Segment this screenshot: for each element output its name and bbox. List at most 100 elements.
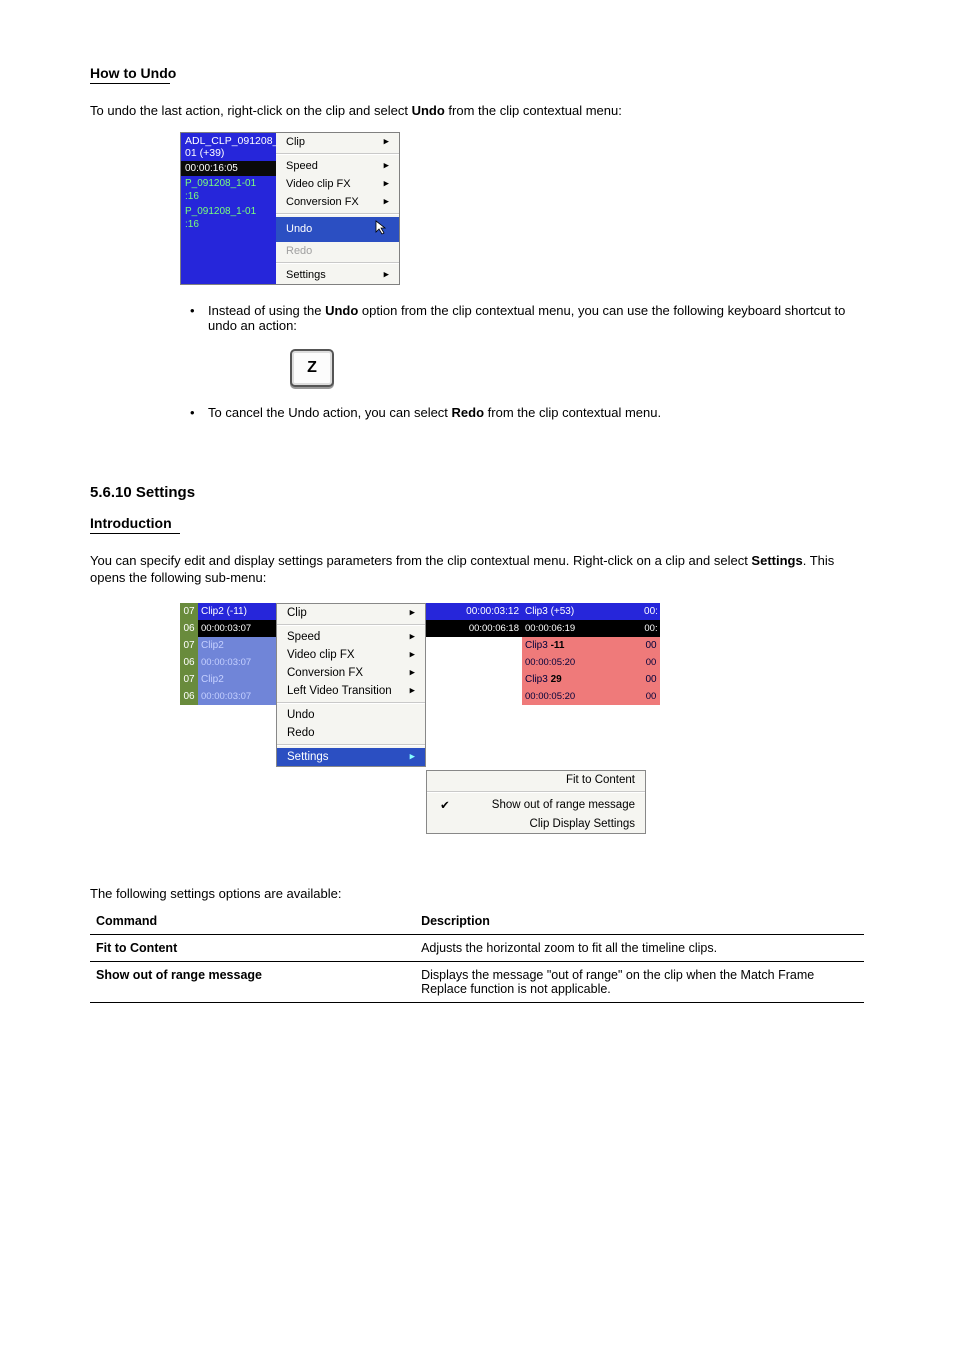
cell-tc: 00:00:03:07	[198, 620, 284, 637]
cell-end: 00	[642, 637, 660, 654]
menu-label: Undo	[287, 709, 315, 721]
cell-text: Clip3	[525, 640, 548, 651]
menu-item-video-clip-fx[interactable]: Video clip FX▶	[277, 646, 425, 664]
menu-item-speed[interactable]: Speed ▶	[277, 628, 425, 646]
offset-text: -11	[551, 640, 565, 651]
cell-clip: Clip2 (-11)	[198, 603, 284, 620]
row-num: 07	[180, 637, 198, 654]
underline	[90, 83, 170, 84]
settings-paragraph: You can specify edit and display setting…	[90, 552, 864, 587]
menu-label: Settings	[286, 269, 326, 281]
clip-row-sub: :16	[181, 219, 276, 232]
undo-paragraph-full: To undo the last action, right-click on …	[90, 102, 864, 120]
menu-item-video-clip-fx[interactable]: Video clip FX ▶	[276, 175, 399, 193]
chevron-right-icon: ▶	[410, 668, 415, 678]
options-paragraph: The following settings options are avail…	[90, 885, 864, 903]
clip-row-label: P_091208_1-01	[181, 204, 276, 219]
menu-item-clip[interactable]: Clip ▶	[276, 133, 399, 151]
submenu-item-show-out-of-range[interactable]: ✔ Show out of range message	[427, 795, 645, 815]
menu-item-left-video-transition[interactable]: Left Video Transition ▶	[277, 682, 425, 700]
menu-item-clip[interactable]: Clip ▶	[277, 604, 425, 622]
cell-end: 00	[642, 671, 660, 688]
row-num: 06	[180, 620, 198, 637]
clip-row-label: P_091208_1-01	[181, 176, 276, 191]
cell-clip-red: Clip3 -11	[522, 637, 642, 654]
section-heading: 5.6.10 Settings	[90, 484, 864, 501]
section-heading-text: Settings	[136, 484, 195, 501]
row-num: 06	[180, 688, 198, 705]
bullet-text: Instead of using the Undo option from th…	[208, 303, 864, 333]
bullet-item: • Instead of using the Undo option from …	[190, 303, 864, 333]
submenu-item-clip-display-settings[interactable]: Clip Display Settings	[427, 815, 645, 833]
chevron-right-icon: ▶	[410, 752, 415, 762]
menu-item-redo[interactable]: Redo	[277, 724, 425, 742]
menu-label: Conversion FX	[287, 667, 363, 679]
cell-end: 00	[642, 654, 660, 671]
submenu-item-fit-to-content[interactable]: Fit to Content	[427, 771, 645, 789]
chevron-right-icon: ▶	[410, 608, 415, 618]
cell-tc: 00:00:05:20	[522, 688, 642, 705]
menu-label: Clip	[286, 136, 305, 148]
chevron-right-icon: ▶	[384, 270, 389, 280]
menu-label: Left Video Transition	[287, 685, 392, 697]
underline	[90, 533, 180, 534]
settings-submenu: Fit to Content ✔ Show out of range messag…	[426, 770, 646, 834]
menu-label: Show out of range message	[492, 799, 635, 811]
menu-label: Fit to Content	[566, 774, 635, 786]
keycap-z: Z	[290, 349, 334, 387]
bullet-icon: •	[190, 303, 208, 318]
bullet-text: To cancel the Undo action, you can selec…	[208, 405, 864, 420]
chevron-right-icon: ▶	[410, 686, 415, 696]
cell-tc: 00:00:05:20	[522, 654, 642, 671]
table-header-description: Description	[415, 908, 864, 935]
clip-panel-left: ADL_CLP_091208_1-01 (+39) 00:00:16:05 P_…	[181, 133, 276, 284]
undo-menu-screenshot: ADL_CLP_091208_1-01 (+39) 00:00:16:05 P_…	[180, 132, 400, 285]
chevron-right-icon: ▶	[384, 137, 389, 147]
row-num: 06	[180, 654, 198, 671]
check-icon: ✔	[437, 798, 453, 812]
row-num: 07	[180, 671, 198, 688]
table-row: Show out of range message Displays the m…	[90, 962, 864, 1003]
table-cell-command: Fit to Content	[90, 935, 415, 962]
cell-tc: 00:00:06:19	[522, 620, 642, 637]
menu-label: Video clip FX	[286, 178, 351, 190]
bullet-item: • To cancel the Undo action, you can sel…	[190, 405, 864, 420]
menu-label: Video clip FX	[287, 649, 355, 661]
cell-end: 00	[642, 688, 660, 705]
table-cell-description: Displays the message "out of range" on t…	[415, 962, 864, 1003]
cell-tc: 00:00:03:07	[198, 688, 284, 705]
table-cell-command: Show out of range message	[90, 962, 415, 1003]
clip-tc: 00:00:16:05	[181, 161, 276, 176]
menu-item-undo[interactable]: Undo	[277, 706, 425, 724]
menu-label: Clip	[287, 607, 307, 619]
menu-item-speed[interactable]: Speed ▶	[276, 157, 399, 175]
table-cell-description: Adjusts the horizontal zoom to fit all t…	[415, 935, 864, 962]
cell-clip: Clip3 (+53)	[522, 603, 642, 620]
cursor-icon	[375, 220, 389, 239]
row-num: 07	[180, 603, 198, 620]
chevron-right-icon: ▶	[410, 632, 415, 642]
menu-label: Conversion FX	[286, 196, 359, 208]
menu-label: Settings	[287, 751, 329, 763]
menu-item-conversion-fx[interactable]: Conversion FX ▶	[276, 193, 399, 211]
chevron-right-icon: ▶	[384, 197, 389, 207]
menu-label: Redo	[286, 245, 312, 257]
clip-row-sub: :16	[181, 191, 276, 204]
how-to-undo-heading: How to Undo	[90, 65, 864, 81]
cell-text: Clip3	[525, 674, 548, 685]
offset-text: 29	[551, 674, 562, 685]
menu-item-settings[interactable]: Settings ▶	[276, 266, 399, 284]
menu-label: Undo	[286, 223, 312, 235]
cell-clip-red: Clip3 29	[522, 671, 642, 688]
menu-label: Speed	[286, 160, 318, 172]
chevron-right-icon: ▶	[384, 179, 389, 189]
menu-item-conversion-fx[interactable]: Conversion FX ▶	[277, 664, 425, 682]
menu-label: Clip Display Settings	[530, 818, 635, 830]
table-header-command: Command	[90, 908, 415, 935]
menu-item-redo: Redo	[276, 242, 399, 260]
menu-label: Speed	[287, 631, 320, 643]
menu-item-settings[interactable]: Settings ▶	[277, 748, 425, 766]
menu-item-undo[interactable]: Undo	[276, 217, 399, 242]
chevron-right-icon: ▶	[384, 161, 389, 171]
clip-context-menu: Clip ▶ Speed ▶ Video clip FX ▶ Conversion F…	[276, 133, 399, 284]
